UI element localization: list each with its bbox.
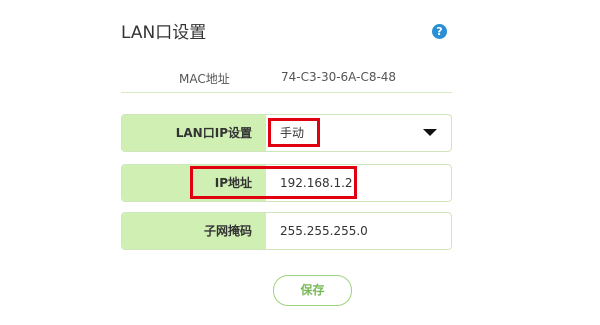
lan-ip-mode-select[interactable]: LAN口IP设置 手动 — [121, 114, 452, 152]
mac-address-row: MAC地址 74-C3-30-6A-C8-48 — [121, 62, 452, 93]
lan-ip-mode-value[interactable]: 手动 — [280, 115, 304, 151]
ip-address-input[interactable]: 192.168.1.2 — [280, 165, 353, 201]
save-button[interactable]: 保存 — [273, 275, 352, 306]
help-icon[interactable]: ? — [432, 24, 447, 39]
mac-address-value: 74-C3-30-6A-C8-48 — [281, 70, 397, 84]
section-title: LAN口设置 — [121, 23, 207, 43]
dropdown-arrow-icon[interactable] — [423, 129, 437, 136]
ip-address-field[interactable]: IP地址 192.168.1.2 — [121, 164, 452, 202]
subnet-mask-label: 子网掩码 — [122, 213, 266, 249]
ip-address-label: IP地址 — [122, 165, 266, 201]
lan-ip-mode-label: LAN口IP设置 — [122, 115, 266, 151]
subnet-mask-input[interactable]: 255.255.255.0 — [280, 213, 368, 249]
subnet-mask-field[interactable]: 子网掩码 255.255.255.0 — [121, 212, 452, 250]
mac-address-label: MAC地址 — [179, 72, 230, 86]
